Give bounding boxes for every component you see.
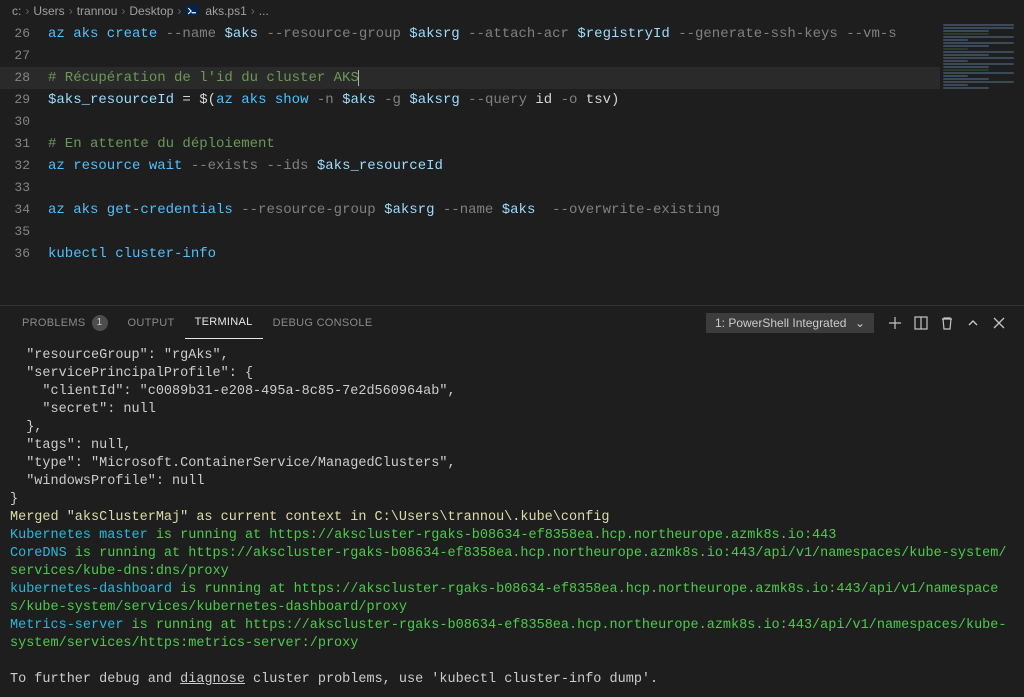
line-number: 34 [0,199,48,221]
problems-badge: 1 [92,315,108,331]
kill-terminal-button[interactable] [934,310,960,336]
line-number: 32 [0,155,48,177]
chevron-right-icon: › [121,4,125,18]
code-line[interactable]: 29$aks_resourceId = $(az aks show -n $ak… [0,89,940,111]
line-number: 35 [0,221,48,243]
code-line[interactable]: 34az aks get-credentials --resource-grou… [0,199,940,221]
code-line[interactable]: 36kubectl cluster-info [0,243,940,265]
code-line[interactable]: 28# Récupération de l'id du cluster AKS [0,67,940,89]
tab-output[interactable]: OUTPUT [118,306,185,339]
panel-tab-bar: PROBLEMS 1 OUTPUT TERMINAL DEBUG CONSOLE… [0,305,1024,339]
breadcrumb-part[interactable]: Desktop [129,4,173,18]
line-number: 30 [0,111,48,133]
line-number: 26 [0,23,48,45]
text-cursor [358,70,359,86]
new-terminal-button[interactable] [882,310,908,336]
line-number: 27 [0,45,48,67]
tab-problems[interactable]: PROBLEMS 1 [12,306,118,339]
line-number: 31 [0,133,48,155]
tab-label: PROBLEMS [22,317,86,329]
breadcrumb-part[interactable]: trannou [77,4,118,18]
breadcrumb-tail[interactable]: ... [259,4,269,18]
code-line[interactable]: 35 [0,221,940,243]
line-number: 33 [0,177,48,199]
chevron-right-icon: › [251,4,255,18]
tab-label: TERMINAL [195,316,253,328]
chevron-right-icon: › [177,4,181,18]
tab-label: OUTPUT [128,317,175,329]
terminal-selector[interactable]: 1: PowerShell Integrated ⌄ [706,313,874,333]
close-panel-button[interactable] [986,310,1012,336]
split-terminal-button[interactable] [908,310,934,336]
maximize-panel-button[interactable] [960,310,986,336]
terminal-output[interactable]: "resourceGroup": "rgAks", "servicePrinci… [0,339,1024,697]
minimap[interactable] [940,23,1024,305]
breadcrumb-part[interactable]: c: [12,4,21,18]
tab-debug-console[interactable]: DEBUG CONSOLE [263,306,383,339]
line-number: 28 [0,67,48,89]
line-number: 29 [0,89,48,111]
code-line[interactable]: 31# En attente du déploiement [0,133,940,155]
tab-terminal[interactable]: TERMINAL [185,306,263,339]
code-line[interactable]: 27 [0,45,940,67]
code-line[interactable]: 32az resource wait --exists --ids $aks_r… [0,155,940,177]
code-line[interactable]: 30 [0,111,940,133]
powershell-file-icon [185,4,199,18]
line-number: 36 [0,243,48,265]
chevron-right-icon: › [25,4,29,18]
code-line[interactable]: 33 [0,177,940,199]
breadcrumb: c: › Users › trannou › Desktop › aks.ps1… [0,0,1024,23]
code-line[interactable]: 26az aks create --name $aks --resource-g… [0,23,940,45]
terminal-selector-label: 1: PowerShell Integrated [715,316,849,330]
breadcrumb-file[interactable]: aks.ps1 [205,4,246,18]
editor-area[interactable]: 26az aks create --name $aks --resource-g… [0,23,1024,305]
breadcrumb-part[interactable]: Users [33,4,64,18]
tab-label: DEBUG CONSOLE [273,317,373,329]
chevron-down-icon: ⌄ [855,316,865,330]
chevron-right-icon: › [69,4,73,18]
